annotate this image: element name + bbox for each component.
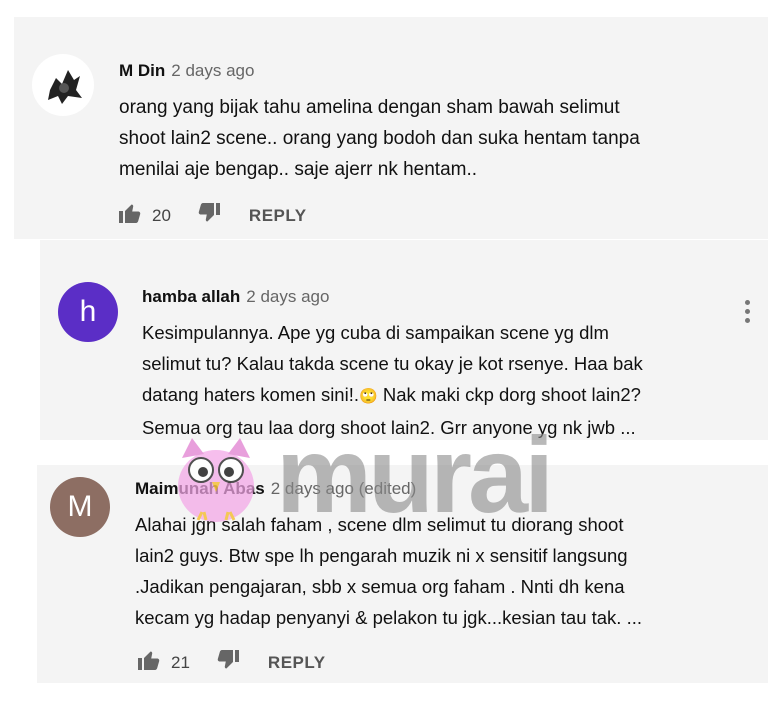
comment-text: orang yang bijak tahu amelina dengan sha… bbox=[119, 97, 640, 180]
comment-actions: 21 REPLY bbox=[137, 649, 326, 676]
like-count: 21 bbox=[171, 652, 190, 672]
avatar-letter: M bbox=[67, 490, 93, 523]
comment-card: h hamba allah 2 days ago Kesimpulannya. A… bbox=[40, 240, 768, 440]
reply-button[interactable]: REPLY bbox=[249, 206, 307, 226]
comment-author[interactable]: M Din bbox=[119, 61, 165, 80]
comment-author[interactable]: Maimunah Abas bbox=[135, 479, 265, 498]
comment-time[interactable]: 2 days ago bbox=[171, 61, 254, 80]
comment-author[interactable]: hamba allah bbox=[142, 287, 240, 306]
comment-time[interactable]: 2 days ago bbox=[246, 287, 329, 306]
more-options-icon[interactable] bbox=[745, 300, 751, 327]
comment-actions: 20 REPLY bbox=[118, 202, 307, 229]
thumbs-down-icon[interactable] bbox=[216, 649, 240, 676]
avatar[interactable] bbox=[32, 54, 94, 116]
avatar[interactable]: h bbox=[58, 282, 118, 342]
comment-author-line: Maimunah Abas 2 days ago (edited) bbox=[135, 479, 416, 499]
comment-text: Kesimpulannya. Ape yg cuba di sampaikan … bbox=[142, 317, 643, 443]
thumbs-up-icon[interactable] bbox=[118, 202, 142, 229]
reply-button[interactable]: REPLY bbox=[268, 653, 326, 673]
like-count: 20 bbox=[152, 205, 171, 225]
thumbs-up-icon[interactable] bbox=[137, 649, 161, 676]
thumbs-down-icon[interactable] bbox=[197, 202, 221, 229]
comment-author-line: M Din 2 days ago bbox=[119, 61, 254, 81]
comment-time[interactable]: 2 days ago (edited) bbox=[271, 479, 417, 498]
comment-author-line: hamba allah 2 days ago bbox=[142, 287, 329, 307]
comment-card: M Din 2 days ago orang yang bijak tahu am… bbox=[14, 17, 768, 239]
avatar-letter: h bbox=[79, 295, 97, 328]
comment-card: M Maimunah Abas 2 days ago (edited) Alaha… bbox=[37, 465, 768, 683]
emoji: 🙄 bbox=[359, 388, 378, 405]
comment-text: Alahai jgn salah faham , scene dlm selim… bbox=[135, 514, 642, 628]
avatar[interactable]: M bbox=[50, 477, 110, 537]
